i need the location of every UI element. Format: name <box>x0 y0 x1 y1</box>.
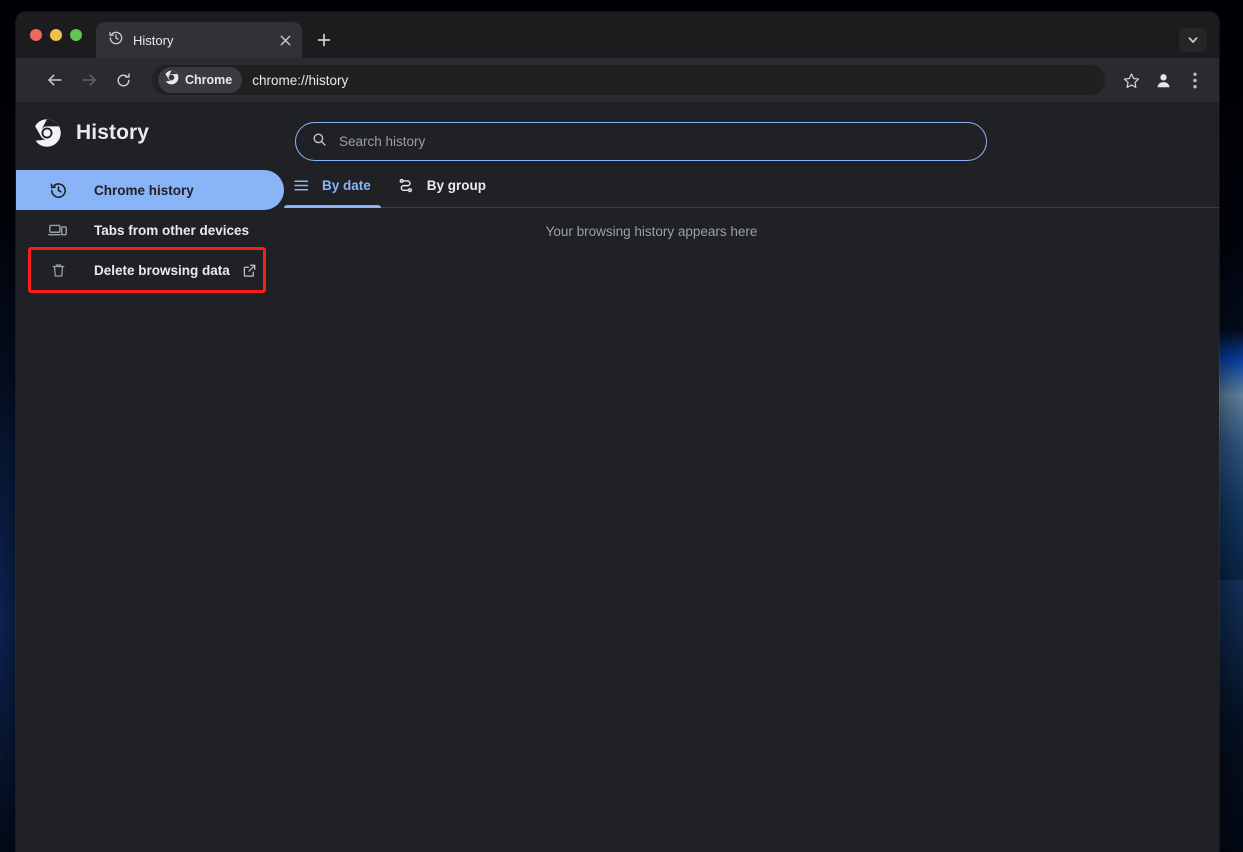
sidebar-item-tabs-from-other-devices[interactable]: Tabs from other devices <box>16 210 284 250</box>
chevron-down-icon[interactable] <box>1179 28 1207 52</box>
chrome-logo-icon <box>164 70 179 90</box>
new-tab-button[interactable] <box>310 26 338 54</box>
window-close-button[interactable] <box>30 29 42 41</box>
omnibox-url-text: chrome://history <box>252 72 349 88</box>
devices-icon <box>48 220 68 240</box>
bookmark-star-icon[interactable] <box>1115 64 1147 96</box>
history-sidebar: Chrome history Tabs from other devices D… <box>16 164 284 852</box>
tab-by-group[interactable]: By group <box>389 164 504 208</box>
tab-label: By date <box>322 178 371 193</box>
trash-icon <box>48 260 68 280</box>
tab-by-date[interactable]: By date <box>284 164 389 208</box>
tab-strip: History <box>16 12 1219 58</box>
page-title: History <box>76 121 150 144</box>
group-nodes-icon <box>397 177 415 195</box>
history-clock-icon <box>108 30 124 51</box>
browser-tab-history[interactable]: History <box>96 22 302 58</box>
browser-toolbar: Chrome chrome://history <box>16 58 1219 102</box>
window-traffic-lights <box>26 12 90 58</box>
reload-icon[interactable] <box>106 63 140 97</box>
history-view-tabs: By date By group <box>284 164 1219 208</box>
history-page: History Search history Chrome history Ta… <box>16 102 1219 852</box>
omnibox-chrome-chip: Chrome <box>158 67 243 93</box>
profile-avatar-icon[interactable] <box>1147 64 1179 96</box>
forward-arrow-icon[interactable] <box>72 63 106 97</box>
window-maximize-button[interactable] <box>70 29 82 41</box>
close-icon[interactable] <box>276 31 294 49</box>
chrome-logo-icon <box>32 118 62 148</box>
history-clock-icon <box>48 180 68 200</box>
history-main-content: By date By group Your browsing history a… <box>284 164 1219 852</box>
tab-label: By group <box>426 178 487 193</box>
search-placeholder: Search history <box>339 134 426 149</box>
omnibox[interactable]: Chrome chrome://history <box>152 65 1105 95</box>
sidebar-item-label: Tabs from other devices <box>94 222 250 238</box>
list-icon <box>292 177 310 195</box>
browser-tab-title: History <box>133 32 174 48</box>
sidebar-item-label: Chrome history <box>94 182 194 198</box>
search-input[interactable]: Search history <box>295 122 987 161</box>
sidebar-item-delete-browsing-data[interactable]: Delete browsing data <box>16 250 284 290</box>
window-minimize-button[interactable] <box>50 29 62 41</box>
browser-window: History Chrome chrome://history History … <box>16 12 1219 852</box>
empty-state-message: Your browsing history appears here <box>545 224 758 239</box>
sidebar-item-chrome-history[interactable]: Chrome history <box>16 170 284 210</box>
history-body: Chrome history Tabs from other devices D… <box>16 164 1219 852</box>
back-arrow-icon[interactable] <box>38 63 72 97</box>
omnibox-chip-label: Chrome <box>185 73 233 87</box>
three-dot-menu-icon[interactable] <box>1179 64 1211 96</box>
sidebar-item-label: Delete browsing data <box>94 262 230 278</box>
search-icon <box>312 132 327 152</box>
external-link-icon <box>242 262 258 278</box>
